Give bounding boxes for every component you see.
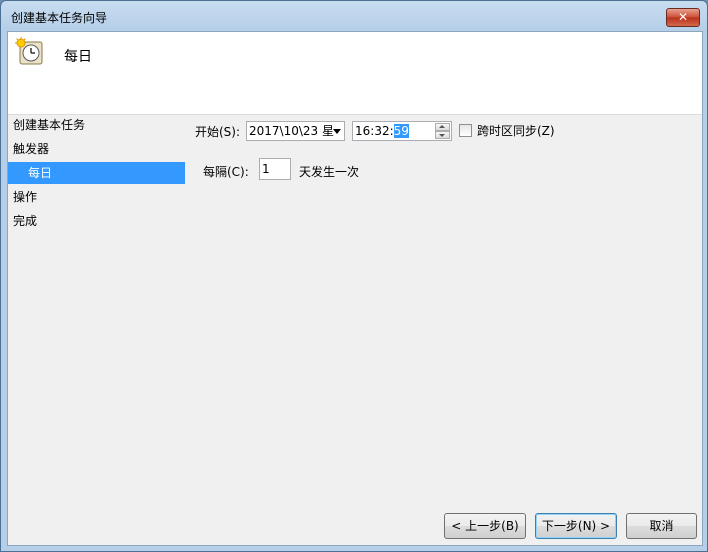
- start-label: 开始(S):: [195, 125, 241, 139]
- start-date-picker[interactable]: 2017\10\23 星: [246, 121, 345, 141]
- step-label: 完成: [13, 214, 38, 228]
- wizard-header: 每日: [8, 32, 702, 115]
- step-label: 触发器: [13, 142, 50, 156]
- step-trigger[interactable]: 触发器: [8, 138, 185, 160]
- start-date-value: 2017\10\23 星: [249, 124, 334, 138]
- cancel-button[interactable]: 取消: [626, 513, 697, 539]
- recur-days-input[interactable]: 1: [259, 158, 291, 180]
- title-bar[interactable]: 创建基本任务向导 ✕: [1, 1, 707, 31]
- recur-days-value: 1: [262, 162, 270, 176]
- step-label: 操作: [13, 190, 38, 204]
- page-title: 每日: [64, 49, 92, 65]
- wizard-steps: 创建基本任务 触发器 每日 操作 完成: [8, 114, 185, 545]
- wizard-window: 创建基本任务向导 ✕ 每日 创建基本任务 触发器 每日 操作 完成 开始(S):…: [0, 0, 708, 552]
- next-button[interactable]: 下一步(N) >: [535, 513, 617, 539]
- step-label: 每日: [28, 166, 53, 180]
- step-daily[interactable]: 每日: [8, 162, 185, 184]
- start-time-input[interactable]: 16:32:59: [352, 121, 452, 141]
- step-label: 创建基本任务: [13, 118, 86, 132]
- step-finish[interactable]: 完成: [8, 210, 185, 232]
- step-create-basic-task[interactable]: 创建基本任务: [8, 114, 185, 136]
- spin-up-icon[interactable]: [435, 123, 450, 131]
- close-button[interactable]: ✕: [666, 8, 700, 27]
- back-button[interactable]: < 上一步(B): [444, 513, 526, 539]
- time-seconds-selected: 59: [393, 124, 409, 138]
- step-action[interactable]: 操作: [8, 186, 185, 208]
- clock-icon: [14, 36, 46, 68]
- chevron-down-icon[interactable]: [333, 129, 341, 134]
- sync-timezone-checkbox[interactable]: [459, 124, 472, 137]
- recur-suffix: 天发生一次: [299, 165, 360, 179]
- spin-down-icon[interactable]: [435, 131, 450, 139]
- wizard-client: 每日 创建基本任务 触发器 每日 操作 完成 开始(S): 2017\10\23…: [7, 31, 703, 546]
- sync-timezone-label: 跨时区同步(Z): [477, 124, 555, 138]
- time-hours-minutes: 16:32:: [355, 124, 394, 138]
- recur-label: 每隔(C):: [203, 165, 249, 179]
- window-title: 创建基本任务向导: [11, 11, 108, 25]
